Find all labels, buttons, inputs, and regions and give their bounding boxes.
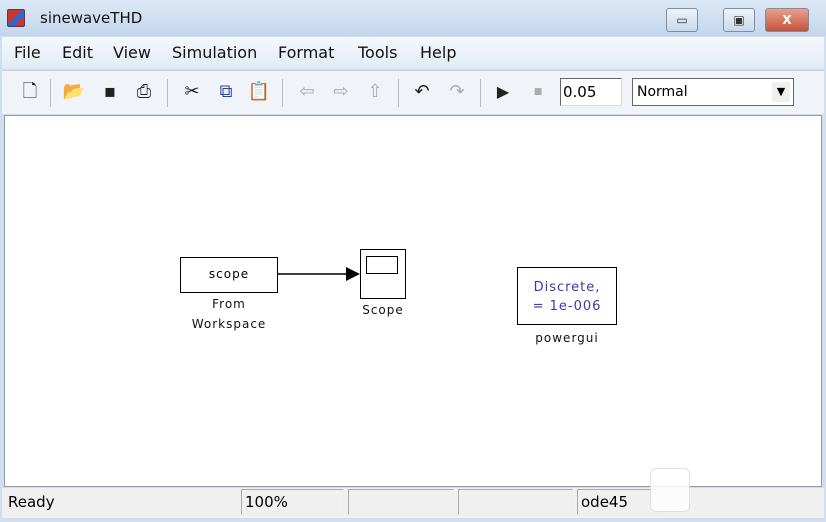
zoom-level: 100% [241, 489, 344, 515]
powergui-line2: = 1e-006 [532, 299, 602, 314]
scope-label: Scope [362, 303, 404, 317]
status-cell-3 [458, 489, 573, 515]
powergui-label: powergui [535, 331, 599, 345]
watermark-logo [650, 468, 690, 512]
powergui-line1: Discrete, [533, 280, 601, 295]
status-cell-2 [348, 489, 454, 515]
powergui-block[interactable]: Discrete, = 1e-006 [517, 267, 617, 325]
signal-line[interactable] [0, 0, 826, 522]
scope-screen-icon [366, 256, 398, 274]
solver-name: ode45 [577, 489, 657, 515]
status-text: Ready [8, 493, 55, 511]
scope-block[interactable] [360, 249, 406, 299]
status-bar: Ready 100% ode45 [2, 468, 824, 518]
